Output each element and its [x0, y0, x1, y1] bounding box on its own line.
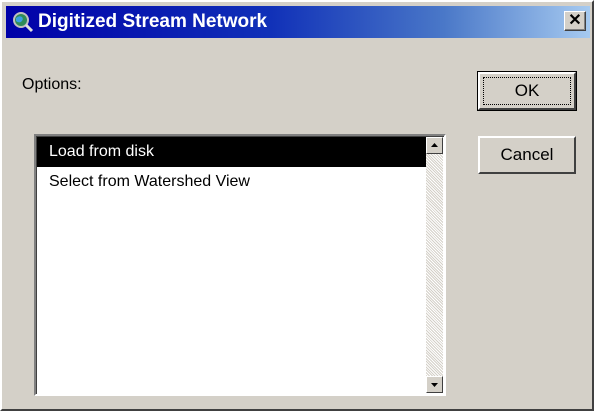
- options-list: Load from disk Select from Watershed Vie…: [37, 137, 426, 197]
- dialog-window: Digitized Stream Network ✕ Options: Load…: [0, 0, 594, 411]
- options-label: Options:: [22, 76, 82, 93]
- cancel-button-label: Cancel: [500, 145, 554, 164]
- scroll-up-button[interactable]: [426, 137, 443, 154]
- list-item-select-from-watershed-view[interactable]: Select from Watershed View: [37, 167, 426, 197]
- vertical-scrollbar[interactable]: [426, 137, 443, 393]
- scroll-down-button[interactable]: [426, 376, 443, 393]
- ok-button[interactable]: OK: [477, 71, 577, 111]
- window-title: Digitized Stream Network: [38, 11, 268, 32]
- options-listbox[interactable]: Load from disk Select from Watershed Vie…: [34, 134, 446, 396]
- arrow-down-icon: [431, 383, 438, 387]
- focus-rectangle: [483, 77, 571, 105]
- list-item-load-from-disk[interactable]: Load from disk: [37, 137, 426, 167]
- arrow-up-icon: [431, 143, 438, 147]
- magnifier-globe-icon: [12, 11, 34, 33]
- close-icon: ✕: [568, 12, 582, 29]
- cancel-button[interactable]: Cancel: [478, 136, 576, 174]
- close-button[interactable]: ✕: [564, 11, 586, 31]
- title-bar[interactable]: Digitized Stream Network ✕: [6, 6, 590, 38]
